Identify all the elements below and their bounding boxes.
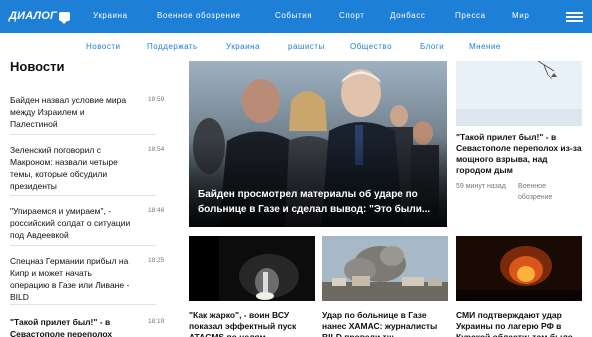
news-time: 18:59 — [148, 96, 165, 103]
nav-item-military-review[interactable]: Военное обозрение — [157, 11, 241, 20]
news-headline[interactable]: "Такой прилет был!" - в Севастополе пере… — [10, 316, 132, 337]
subnav-society[interactable]: Общество — [350, 42, 392, 51]
bottom-card-image[interactable] — [322, 236, 448, 301]
logo-text: ДИАЛОГ — [9, 10, 57, 22]
subnav-opinion[interactable]: Мнение — [469, 42, 501, 51]
nav-item-press[interactable]: Пресса — [455, 11, 486, 20]
bottom-card-title[interactable]: "Как жарко", - воин ВСУ показал эффектны… — [189, 310, 315, 337]
nav-item-world[interactable]: Мир — [512, 11, 529, 20]
bottom-card-title[interactable]: СМИ подтверждают удар Украины по лагерю … — [456, 310, 582, 337]
menu-icon[interactable] — [566, 12, 583, 22]
news-headline[interactable]: Байден назвал условие мира между Израиле… — [10, 94, 132, 130]
bottom-card-title[interactable]: Удар по больнице в Газе нанес ХАМАС: жур… — [322, 310, 448, 337]
featured-story[interactable]: Байден просмотрел материалы об ударе по … — [189, 61, 447, 227]
speech-bubble-icon — [59, 11, 70, 24]
news-list-item[interactable]: Зеленский поговорил с Макроном: назвали … — [10, 144, 164, 196]
bottom-card-image[interactable] — [189, 236, 315, 301]
top-navigation-bar: ДИАЛОГ Украина Военное обозрение События… — [0, 0, 592, 33]
news-headline[interactable]: Спецназ Германии прибыл на Кипр и может … — [10, 255, 132, 303]
nav-item-events[interactable]: События — [275, 11, 312, 20]
subnav-rashists[interactable]: рашисты — [288, 42, 325, 51]
subnav-support[interactable]: Поддержать — [147, 42, 198, 51]
news-list-item[interactable]: Спецназ Германии прибыл на Кипр и может … — [10, 255, 164, 305]
news-headline[interactable]: Зеленский поговорил с Макроном: назвали … — [10, 144, 132, 192]
nav-item-ukraine[interactable]: Украина — [93, 11, 128, 20]
news-time: 18:19 — [148, 318, 165, 325]
site-logo[interactable]: ДИАЛОГ — [9, 9, 70, 24]
featured-story-title[interactable]: Байден просмотрел материалы об ударе по … — [198, 187, 438, 217]
side-card-title[interactable]: "Такой прилет был!" - в Севастополе пере… — [456, 132, 582, 176]
nav-item-sport[interactable]: Спорт — [339, 11, 365, 20]
news-list-item[interactable]: "Упираемся и умираем", - российский солд… — [10, 205, 164, 246]
news-time: 18:25 — [148, 257, 165, 264]
news-time: 18:46 — [148, 207, 165, 214]
subnav-news[interactable]: Новости — [86, 42, 120, 51]
news-list-item[interactable]: Байден назвал условие мира между Израиле… — [10, 94, 164, 135]
side-card-time: 59 минут назад — [456, 183, 506, 190]
bottom-card-image[interactable] — [456, 236, 582, 301]
news-list-item[interactable]: "Такой прилет был!" - в Севастополе пере… — [10, 316, 164, 337]
side-card-category[interactable]: Военное обозрение — [518, 181, 568, 203]
side-card-image[interactable] — [456, 61, 582, 126]
subnav-ukraine[interactable]: Украина — [226, 42, 260, 51]
nav-item-donbass[interactable]: Донбасс — [390, 11, 425, 20]
news-section-title: Новости — [10, 59, 65, 74]
news-headline[interactable]: "Упираемся и умираем", - российский солд… — [10, 205, 132, 241]
news-time: 18:54 — [148, 146, 165, 153]
subnav-blogs[interactable]: Блоги — [420, 42, 444, 51]
